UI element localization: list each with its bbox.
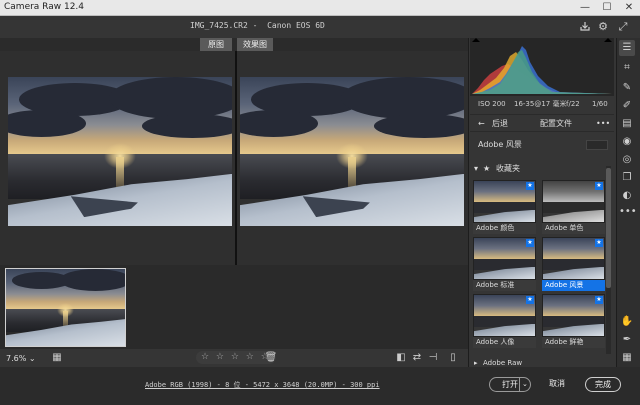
- gear-icon[interactable]: ⚙: [596, 20, 610, 34]
- zoom-value: 7.6%: [6, 354, 27, 363]
- edit-sliders-icon[interactable]: ☰: [619, 40, 635, 56]
- open-button-label: 打开: [502, 380, 518, 389]
- chevron-down-icon[interactable]: ⌄: [522, 378, 528, 391]
- red-eye-icon[interactable]: ◎: [619, 152, 635, 168]
- profile-label: Adobe 人像: [473, 337, 536, 348]
- compare-divider[interactable]: [235, 51, 237, 265]
- exif-shutter: 1/60: [592, 100, 608, 108]
- spot-removal-icon[interactable]: ✎: [619, 80, 635, 96]
- profile-label: Adobe 标准: [473, 280, 536, 291]
- favorite-star-icon[interactable]: ★: [526, 182, 534, 190]
- profile-tile[interactable]: ★ Adobe 风景: [542, 237, 605, 291]
- more-icon[interactable]: •••: [596, 115, 610, 133]
- adjustment-brush-icon[interactable]: ✐: [619, 98, 635, 114]
- chevron-right-icon: ▸: [474, 359, 478, 367]
- hand-icon[interactable]: ✋: [619, 314, 635, 330]
- maximize-button[interactable]: ☐: [596, 0, 618, 16]
- shadow-clip-icon: [472, 38, 480, 42]
- cancel-button[interactable]: 取消: [541, 377, 573, 392]
- back-arrow-icon[interactable]: ←: [478, 115, 485, 133]
- open-button[interactable]: 打开 ⌄: [489, 377, 531, 392]
- compare-view-icon[interactable]: ▯: [446, 352, 460, 364]
- profile-label: Adobe 鲜艳: [542, 337, 605, 348]
- tab-before[interactable]: 原图: [200, 38, 232, 51]
- close-button[interactable]: ✕: [618, 0, 640, 16]
- before-after-toggle-icon[interactable]: ◧: [394, 352, 408, 364]
- copy-settings-icon[interactable]: ⊣: [426, 352, 440, 364]
- favorite-star-icon[interactable]: ★: [595, 239, 603, 247]
- favorite-star-icon[interactable]: ★: [595, 182, 603, 190]
- color-sampler-icon[interactable]: ✒: [619, 332, 635, 348]
- radial-filter-icon[interactable]: ◉: [619, 134, 635, 150]
- workflow-options-link[interactable]: Adobe RGB (1998) - 8 位 - 5472 x 3648 (20…: [145, 380, 380, 390]
- favorites-group-label: 收藏夹: [496, 164, 520, 173]
- back-label[interactable]: 后退: [492, 115, 508, 133]
- profile-amount-box[interactable]: [586, 140, 608, 150]
- more-tools-icon[interactable]: •••: [619, 204, 637, 220]
- star-icon: ★: [483, 164, 491, 173]
- histogram: [470, 38, 614, 96]
- profile-label: Adobe 风景: [542, 280, 605, 291]
- fullscreen-icon[interactable]: ⤢: [616, 20, 630, 34]
- profile-browser-title: 配置文件: [540, 119, 572, 128]
- graduated-filter-icon[interactable]: ▤: [619, 116, 635, 132]
- exif-iso: ISO 200: [478, 100, 506, 108]
- profile-tile[interactable]: ★ Adobe 标准: [473, 237, 536, 291]
- filmstrip-view-icon[interactable]: ▦: [50, 352, 64, 364]
- favorite-star-icon[interactable]: ★: [526, 296, 534, 304]
- app-title: Camera Raw 12.4: [4, 2, 85, 12]
- presets-icon[interactable]: ◐: [619, 188, 635, 204]
- profile-label: Adobe 单色: [542, 223, 605, 234]
- adobe-raw-group-label: Adobe Raw: [483, 359, 523, 367]
- tab-after[interactable]: 效果图: [237, 38, 273, 51]
- exif-aperture: f/22: [566, 100, 580, 108]
- camera-raw-window: Camera Raw 12.4 — ☐ ✕ IMG_7425.CR2 - Can…: [0, 0, 640, 405]
- filmstrip-thumbnail[interactable]: [5, 268, 126, 347]
- profile-scroll-thumb[interactable]: [606, 168, 611, 288]
- grid-overlay-icon[interactable]: ▦: [619, 350, 635, 366]
- document-header: IMG_7425.CR2 - Canon EOS 6D ⚙ ⤢: [0, 16, 640, 38]
- title-bar: Camera Raw 12.4 — ☐ ✕: [0, 0, 640, 16]
- profile-label: Adobe 颜色: [473, 223, 536, 234]
- favorites-group-header[interactable]: ▾ ★ 收藏夹: [470, 162, 614, 176]
- exif-lens: 16-35@17 毫米: [514, 100, 567, 108]
- profile-tile[interactable]: ★ Adobe 单色: [542, 180, 605, 234]
- done-button[interactable]: 完成: [585, 377, 621, 392]
- adobe-raw-group-header[interactable]: ▸ Adobe Raw: [470, 358, 614, 368]
- chevron-down-icon: ▾: [474, 164, 479, 173]
- profile-nav-bar: ← 后退 配置文件 •••: [470, 114, 614, 132]
- favorite-star-icon[interactable]: ★: [595, 296, 603, 304]
- current-profile-name: Adobe 风景: [478, 140, 522, 149]
- chevron-down-icon: ⌄: [28, 354, 36, 363]
- crop-icon[interactable]: ⌗: [619, 60, 635, 76]
- before-preview-image: [8, 77, 232, 226]
- save-icon[interactable]: [578, 20, 592, 34]
- profile-tile[interactable]: ★ Adobe 鲜艳: [542, 294, 605, 348]
- current-profile-row: Adobe 风景: [470, 134, 614, 156]
- profile-tile[interactable]: ★ Adobe 人像: [473, 294, 536, 348]
- swap-icon[interactable]: ⇄: [410, 352, 424, 364]
- exif-info: ISO 200 16-35@17 毫米 f/22 1/60: [470, 96, 614, 112]
- favorite-star-icon[interactable]: ★: [526, 239, 534, 247]
- profile-tile[interactable]: ★ Adobe 颜色: [473, 180, 536, 234]
- rating-stars-label: ☆ ☆ ☆ ☆ ☆: [201, 352, 271, 362]
- after-preview-image: [240, 77, 464, 226]
- zoom-level[interactable]: 7.6% ⌄: [6, 352, 40, 365]
- document-filename: IMG_7425.CR2 - Canon EOS 6D: [190, 21, 325, 30]
- highlight-clip-icon: [604, 38, 612, 42]
- trash-icon[interactable]: 🗑: [264, 352, 278, 364]
- minimize-button[interactable]: —: [574, 0, 596, 16]
- snapshots-icon[interactable]: ❐: [619, 170, 635, 186]
